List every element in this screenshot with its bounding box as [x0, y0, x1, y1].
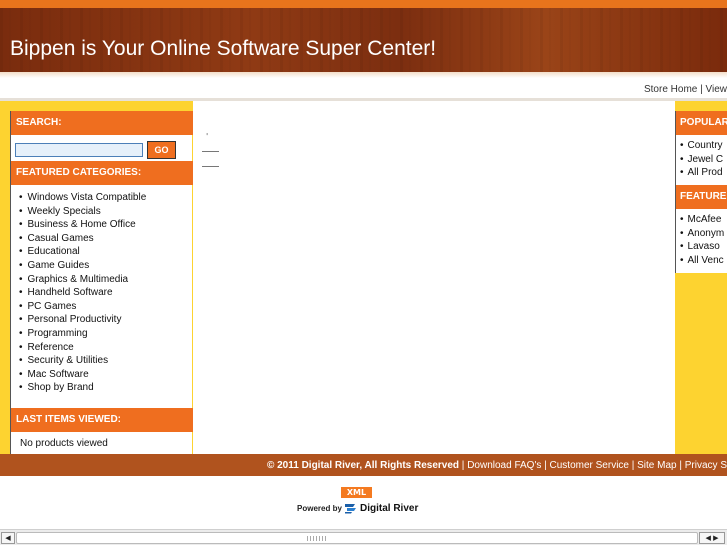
- featured-heading: FEATURE: [676, 185, 727, 209]
- store-links-separator: |: [697, 84, 706, 95]
- customer-service-link[interactable]: Customer Service: [550, 460, 629, 471]
- left-sidebar-panel: SEARCH: GO FEATURED CATEGORIES: Windows …: [10, 111, 193, 454]
- digital-river-logo[interactable]: Digital River: [344, 502, 418, 514]
- view-link[interactable]: View: [706, 84, 727, 95]
- center-placeholder-mark: ': [206, 132, 209, 141]
- category-item[interactable]: Weekly Specials: [19, 205, 146, 219]
- scroll-right-arrows-icon[interactable]: ◀ ▶: [699, 532, 725, 544]
- powered-by-text: Powered by: [297, 504, 342, 513]
- xml-feed-badge[interactable]: XML: [341, 487, 372, 498]
- featured-item[interactable]: Anonym: [680, 227, 725, 241]
- category-item[interactable]: Casual Games: [19, 232, 146, 246]
- popular-heading: POPULAR: [676, 111, 727, 135]
- category-item[interactable]: PC Games: [19, 300, 146, 314]
- category-item[interactable]: Windows Vista Compatible: [19, 191, 147, 205]
- last-items-viewed-heading: LAST ITEMS VIEWED:: [11, 408, 193, 432]
- right-sidebar: POPULAR Country Jewel C All Prod FEATURE…: [675, 101, 727, 454]
- last-items-viewed-text: No products viewed: [20, 438, 108, 449]
- category-list: Windows Vista Compatible Weekly Specials…: [19, 191, 147, 395]
- category-item[interactable]: Business & Home Office: [19, 218, 146, 232]
- header-shadow: [0, 72, 727, 78]
- scrollbar-grip-icon: [307, 536, 327, 541]
- category-item[interactable]: Personal Productivity: [19, 313, 146, 327]
- category-item[interactable]: Programming: [19, 327, 146, 341]
- category-item[interactable]: Game Guides: [19, 259, 146, 273]
- category-item[interactable]: Handheld Software: [19, 286, 146, 300]
- site-map-link[interactable]: Site Map: [637, 460, 676, 471]
- featured-list: McAfee Anonym Lavaso All Venc: [680, 213, 725, 268]
- copyright-text: © 2011 Digital River, All Rights Reserve…: [266, 460, 460, 471]
- center-divider: [202, 166, 219, 167]
- store-home-link[interactable]: Store Home: [644, 84, 697, 95]
- top-stripe: [0, 0, 727, 8]
- footer-separator: |: [628, 460, 638, 471]
- site-title: Bippen is Your Online Software Super Cen…: [10, 37, 437, 60]
- digital-river-icon: [345, 504, 356, 514]
- featured-categories-heading: FEATURED CATEGORIES:: [11, 161, 193, 185]
- download-faqs-link[interactable]: Download FAQ's: [467, 460, 541, 471]
- horizontal-scrollbar[interactable]: ◀ ◀ ▶: [0, 529, 727, 545]
- popular-list: Country Jewel C All Prod: [680, 139, 724, 180]
- featured-item[interactable]: Lavaso: [680, 240, 724, 254]
- site-header: Bippen is Your Online Software Super Cen…: [0, 8, 727, 72]
- category-item[interactable]: Shop by Brand: [19, 381, 146, 395]
- center-divider: [202, 151, 219, 152]
- digital-river-logo-text: Digital River: [360, 502, 419, 514]
- category-item[interactable]: Educational: [19, 245, 146, 259]
- footer-bar: © 2011 Digital River, All Rights Reserve…: [0, 454, 727, 476]
- right-sidebar-panel: POPULAR Country Jewel C All Prod FEATURE…: [675, 111, 727, 273]
- popular-item[interactable]: All Prod: [680, 166, 723, 180]
- popular-item[interactable]: Jewel C: [680, 153, 724, 167]
- footer-separator: |: [459, 460, 468, 471]
- footer-separator: |: [676, 460, 685, 471]
- category-item[interactable]: Graphics & Multimedia: [19, 273, 146, 287]
- scroll-left-arrow-icon[interactable]: ◀: [1, 532, 15, 544]
- privacy-link[interactable]: Privacy S: [685, 460, 727, 471]
- featured-item[interactable]: All Venc: [680, 254, 724, 268]
- footer-text: © 2011 Digital River, All Rights Reserve…: [267, 460, 727, 471]
- category-item[interactable]: Reference: [19, 341, 146, 355]
- left-sidebar: SEARCH: GO FEATURED CATEGORIES: Windows …: [0, 101, 193, 454]
- popular-item[interactable]: Country: [680, 139, 723, 153]
- footer-separator: |: [541, 460, 550, 471]
- store-links: Store Home | View: [644, 84, 727, 95]
- category-item[interactable]: Mac Software: [19, 368, 146, 382]
- featured-item[interactable]: McAfee: [680, 213, 724, 227]
- page: Bippen is Your Online Software Super Cen…: [0, 0, 727, 545]
- scrollbar-thumb[interactable]: [16, 532, 698, 544]
- search-input[interactable]: [15, 143, 143, 157]
- category-item[interactable]: Security & Utilities: [19, 354, 146, 368]
- search-heading: SEARCH:: [11, 111, 193, 135]
- go-button[interactable]: GO: [147, 141, 176, 159]
